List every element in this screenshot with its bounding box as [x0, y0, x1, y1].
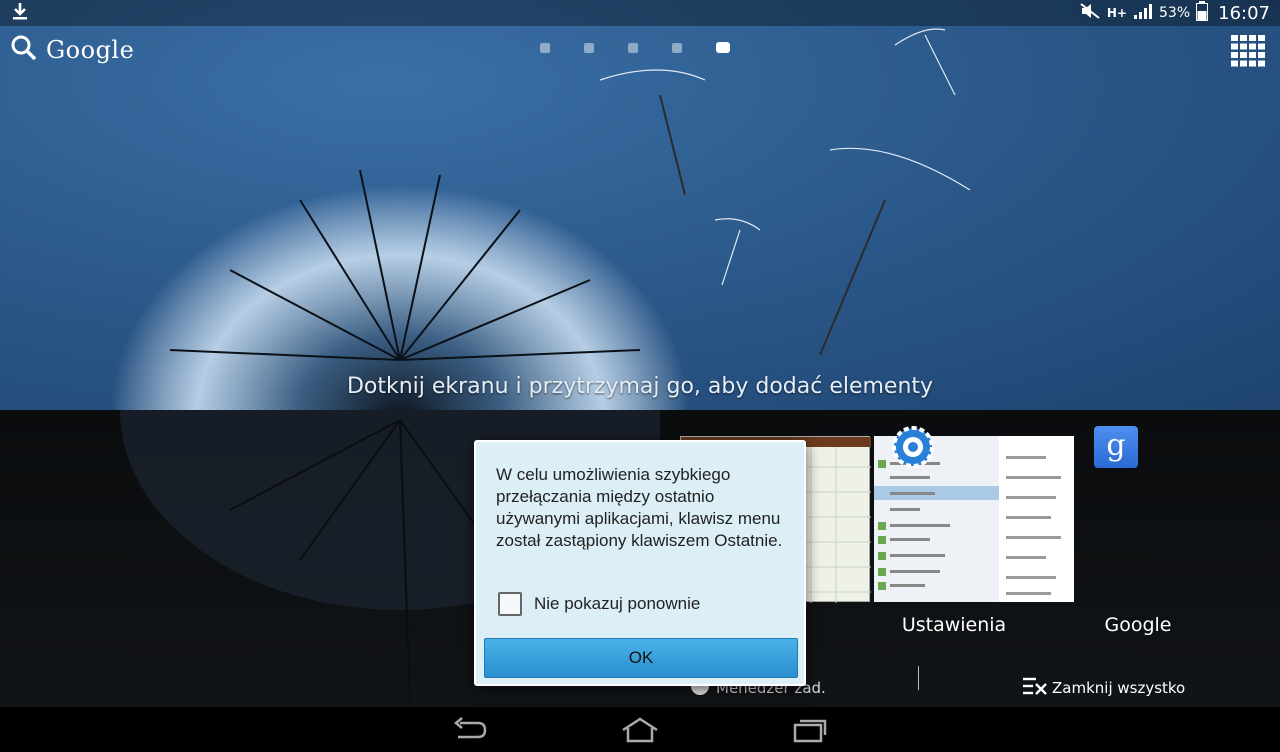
google-search-label: Google	[46, 36, 135, 64]
google-icon: g	[1094, 426, 1138, 468]
page-dot[interactable]	[540, 42, 550, 53]
mute-icon	[1079, 2, 1101, 24]
status-left	[10, 1, 30, 25]
apps-grid-icon[interactable]	[1230, 34, 1266, 68]
page-dot[interactable]	[584, 42, 594, 53]
battery-percent: 53%	[1159, 5, 1191, 21]
status-right: H+ 53% 16:07	[1079, 1, 1270, 25]
clock: 16:07	[1218, 2, 1270, 24]
signal-icon	[1133, 2, 1153, 24]
close-all-button[interactable]: Zamknij wszystko	[1022, 676, 1185, 700]
download-icon	[10, 1, 30, 25]
settings-icon	[890, 424, 936, 470]
clear-all-icon	[1022, 676, 1048, 700]
battery-icon	[1196, 1, 1209, 25]
ok-button[interactable]: OK	[484, 638, 798, 678]
page-dot-active[interactable]	[716, 42, 730, 53]
dont-show-again-checkbox[interactable]	[498, 592, 522, 616]
page-dot[interactable]	[628, 42, 638, 53]
status-bar: H+ 53% 16:07	[0, 0, 1280, 26]
home-icon[interactable]	[620, 715, 660, 745]
page-indicator[interactable]	[540, 42, 730, 53]
dont-show-again-row[interactable]: Nie pokazuj ponownie	[498, 592, 700, 616]
dandelion-art	[110, 28, 971, 410]
footer-divider	[918, 666, 919, 690]
dont-show-again-label[interactable]: Nie pokazuj ponownie	[534, 594, 700, 614]
navigation-bar	[0, 707, 1280, 752]
dialog-message: W celu umożliwienia szybkiego przełączan…	[496, 465, 783, 550]
google-search-bar[interactable]: Google	[10, 32, 134, 68]
recent-key-info-dialog: W celu umożliwienia szybkiego przełączan…	[474, 440, 806, 686]
recent-app-label: Google	[1104, 614, 1172, 636]
network-type: H+	[1106, 6, 1127, 20]
home-wallpaper[interactable]	[0, 0, 1280, 410]
search-icon	[10, 34, 38, 66]
recents-icon[interactable]	[790, 715, 830, 745]
home-hint-text: Dotknij ekranu i przytrzymaj go, aby dod…	[346, 374, 934, 399]
close-all-label: Zamknij wszystko	[1052, 679, 1186, 697]
page-dot[interactable]	[672, 42, 682, 53]
back-icon[interactable]	[450, 715, 490, 745]
recent-app-label: Ustawienia	[901, 614, 1007, 636]
